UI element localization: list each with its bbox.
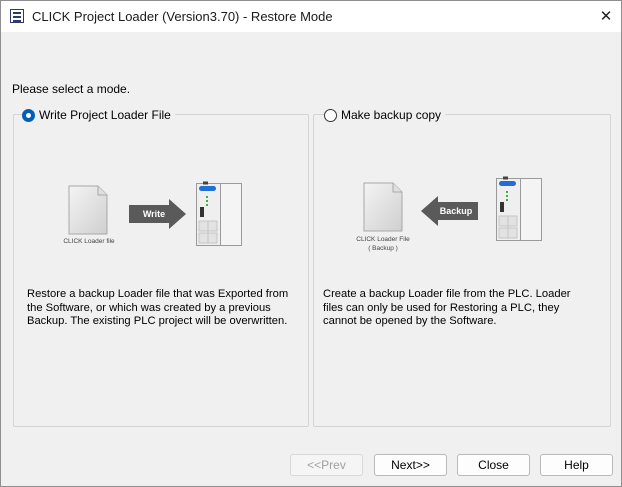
backup-arrow-label: Backup <box>439 206 473 216</box>
write-mode-group <box>13 114 309 427</box>
backup-file-caption-line: ( Backup ) <box>368 245 398 252</box>
restore-mode-dialog: CLICK Project Loader (Version3.70) - Res… <box>0 0 622 487</box>
backup-mode-description: Create a backup Loader file from the PLC… <box>323 288 593 329</box>
description-line: Restore a backup Loader file that was Ex… <box>27 288 289 300</box>
write-mode-radio-option[interactable]: Write Project Loader File <box>22 107 175 123</box>
description-line: Create a backup Loader file from the PLC… <box>323 288 571 300</box>
loader-file-icon <box>68 185 108 235</box>
help-button[interactable]: Help <box>540 454 613 476</box>
plc-device-icon <box>496 176 542 241</box>
close-button[interactable]: Close <box>457 454 530 476</box>
backup-file-caption: CLICK Loader File ( Backup ) <box>351 235 415 253</box>
prev-button[interactable]: <<Prev <box>290 454 363 476</box>
write-arrow-label: Write <box>142 209 166 219</box>
backup-file-icon <box>363 182 403 232</box>
write-mode-label[interactable]: Write Project Loader File <box>39 108 171 122</box>
backup-mode-label[interactable]: Make backup copy <box>341 108 441 122</box>
backup-mode-radio-option[interactable]: Make backup copy <box>324 107 446 123</box>
next-button[interactable]: Next>> <box>374 454 447 476</box>
backup-mode-radio[interactable] <box>324 108 337 122</box>
write-mode-description: Restore a backup Loader file that was Ex… <box>27 288 297 329</box>
close-window-icon[interactable]: ✕ <box>591 5 621 29</box>
plc-device-icon <box>196 181 242 246</box>
window-title: CLICK Project Loader (Version3.70) - Res… <box>32 9 333 24</box>
mode-prompt: Please select a mode. <box>12 82 131 96</box>
backup-file-caption-line: CLICK Loader File <box>356 236 410 243</box>
description-line: files can only be used for Restoring a P… <box>323 301 560 314</box>
description-line: Backup. The existing PLC project will be… <box>27 315 288 327</box>
description-line: the Software, or which was created by a … <box>27 301 271 314</box>
backup-mode-group <box>313 114 611 427</box>
description-line: cannot be opened by the Software. <box>323 315 497 327</box>
loader-file-caption: CLICK Loader file <box>63 238 115 245</box>
title-bar: CLICK Project Loader (Version3.70) - Res… <box>1 1 621 32</box>
write-mode-radio[interactable] <box>22 108 35 122</box>
app-icon <box>10 9 24 23</box>
